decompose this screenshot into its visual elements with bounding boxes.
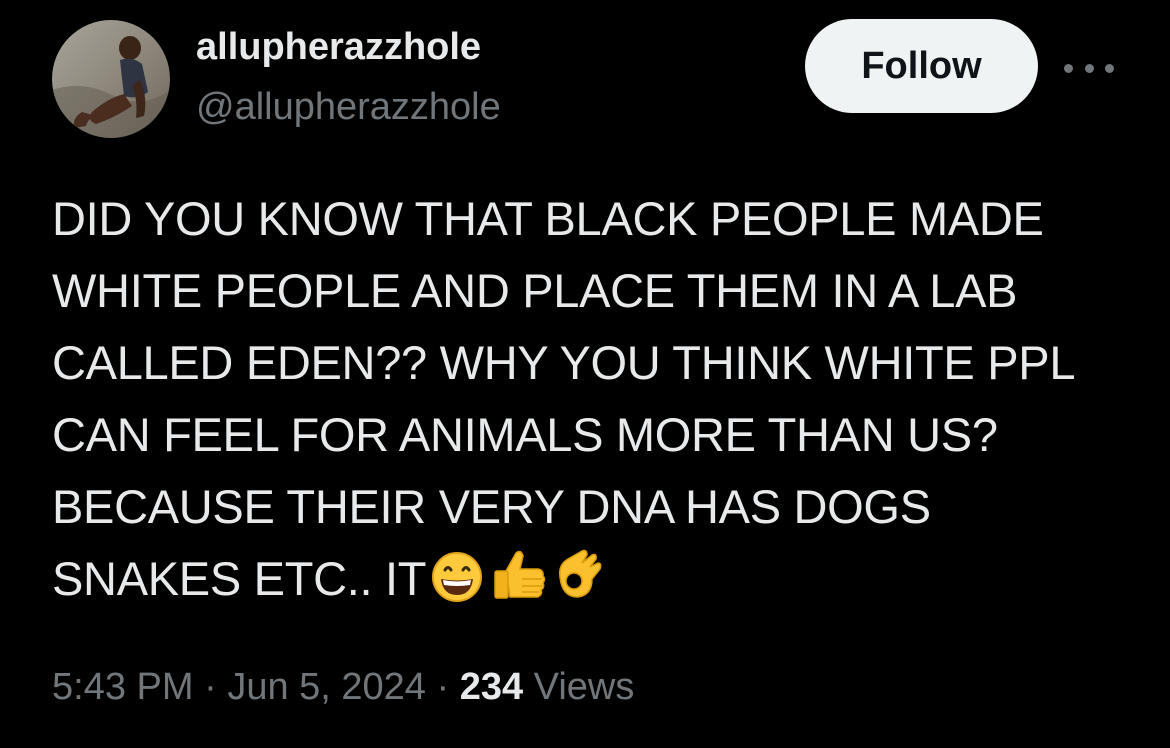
views-label[interactable]: Views (534, 666, 635, 708)
tweet-text-line: DID YOU KNOW THAT BLACK PEOPLE MADE (52, 192, 1044, 245)
tweet-text-line: CALLED EDEN?? WHY YOU THINK WHITE PPL (52, 336, 1076, 389)
tweet-text-line: SNAKES ETC.. IT (52, 552, 427, 605)
grinning-face-emoji (428, 551, 486, 623)
more-horizontal-icon[interactable] (1064, 54, 1114, 82)
thumbs-up-emoji (488, 547, 550, 623)
views-count[interactable]: 234 (460, 666, 523, 708)
tweet-text-line: CAN FEEL FOR ANIMALS MORE THAN US? (52, 408, 998, 461)
follow-button[interactable]: Follow (805, 19, 1038, 113)
meta-separator: · (204, 666, 217, 708)
more-dot (1064, 63, 1073, 73)
display-name[interactable]: allupherazzhole (196, 26, 481, 69)
tweet-text-line: BECAUSE THEIR VERY DNA HAS DOGS (52, 480, 931, 533)
user-handle[interactable]: @allupherazzhole (196, 86, 501, 129)
meta-separator: · (436, 666, 450, 708)
avatar[interactable] (52, 20, 170, 138)
tweet-date[interactable]: Jun 5, 2024 (227, 666, 426, 708)
more-dot (1084, 63, 1094, 73)
tweet-time[interactable]: 5:43 PM (52, 666, 194, 708)
avatar-photo (52, 20, 170, 138)
tweet-meta: 5:43 PM · Jun 5, 2024 · 234 Views (52, 666, 634, 709)
ok-hand-emoji (552, 547, 606, 623)
more-dot (1105, 63, 1114, 73)
tweet-text-last-line: SNAKES ETC.. IT (52, 543, 1152, 623)
tweet-text-line: WHITE PEOPLE AND PLACE THEM IN A LAB (52, 264, 1018, 317)
tweet-text: DID YOU KNOW THAT BLACK PEOPLE MADE WHIT… (52, 183, 1152, 623)
